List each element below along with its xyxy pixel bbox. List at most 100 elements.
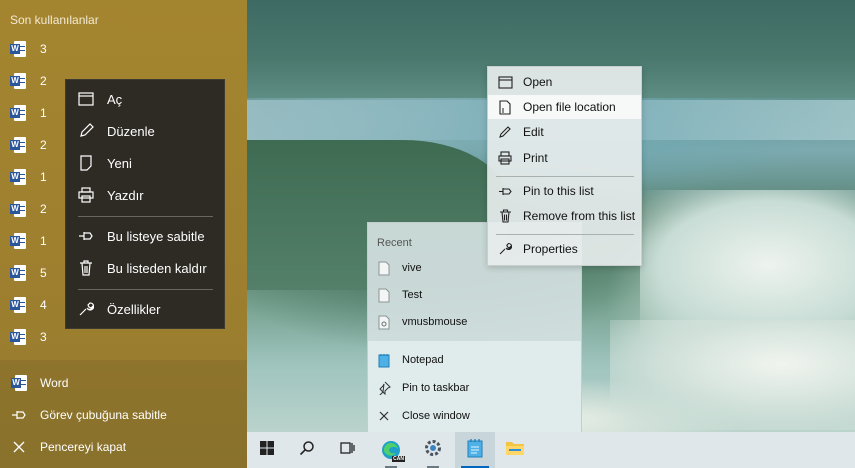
file-explorer-button[interactable] bbox=[495, 432, 535, 468]
menu-separator bbox=[496, 234, 634, 235]
recent-file-label: Test bbox=[402, 289, 423, 301]
menu-item-label: Properties bbox=[523, 242, 578, 256]
text-file-icon bbox=[377, 287, 391, 303]
search-button[interactable] bbox=[287, 432, 327, 468]
menu-separator bbox=[78, 216, 213, 217]
task-view-button[interactable] bbox=[327, 432, 367, 468]
word-icon: W bbox=[10, 169, 26, 185]
menu-item-remove-from-list[interactable]: Remove from this list bbox=[488, 204, 641, 228]
menu-item-label: Yeni bbox=[107, 155, 132, 171]
pencil-icon bbox=[78, 123, 94, 139]
word-icon: W bbox=[10, 73, 26, 89]
trash-icon bbox=[78, 260, 94, 276]
start-button[interactable] bbox=[247, 432, 287, 468]
recent-document[interactable]: W 2 bbox=[10, 199, 47, 219]
recent-document[interactable]: W 5 bbox=[10, 263, 47, 283]
menu-item-label: Bu listeye sabitle bbox=[107, 228, 205, 244]
recent-document[interactable]: W 1 bbox=[10, 103, 47, 123]
close-icon bbox=[10, 441, 28, 453]
start-icon bbox=[259, 440, 275, 461]
recent-document[interactable]: W 2 bbox=[10, 135, 47, 155]
open-notepad-task[interactable]: Notepad bbox=[377, 350, 444, 370]
edge-canary-button[interactable]: CAN bbox=[371, 432, 411, 468]
wrench-icon bbox=[78, 301, 94, 317]
recent-document-label: 1 bbox=[40, 170, 47, 184]
recent-header: Recent bbox=[377, 237, 412, 249]
recent-file[interactable]: vmusbmouse bbox=[377, 312, 467, 332]
recent-document-label: 2 bbox=[40, 202, 47, 216]
task-label: Pin to taskbar bbox=[402, 382, 470, 394]
close-icon bbox=[377, 408, 391, 424]
menu-item-label: Bu listeden kaldır bbox=[107, 260, 207, 276]
task-label: Close window bbox=[402, 410, 470, 422]
recent-file-label: vmusbmouse bbox=[402, 316, 468, 328]
menu-item-print[interactable]: Yazdır bbox=[66, 181, 226, 209]
menu-item-properties[interactable]: Özellikler bbox=[66, 295, 226, 323]
word-icon: W bbox=[10, 265, 26, 281]
edge-icon: CAN bbox=[380, 439, 405, 462]
pin-icon bbox=[78, 228, 94, 244]
recent-file[interactable]: vive bbox=[377, 258, 422, 278]
menu-item-label: Düzenle bbox=[107, 123, 155, 139]
recent-document[interactable]: W 1 bbox=[10, 231, 47, 251]
task-view-icon bbox=[339, 440, 355, 461]
menu-item-edit[interactable]: Düzenle bbox=[66, 117, 226, 145]
notepad-icon bbox=[467, 438, 483, 463]
notepad-button[interactable] bbox=[455, 432, 495, 468]
recent-file[interactable]: Test bbox=[377, 285, 422, 305]
menu-item-open[interactable]: Open bbox=[488, 70, 641, 94]
close-window-task[interactable]: Pencereyi kapat bbox=[10, 436, 126, 458]
open-word-task[interactable]: W Word bbox=[10, 372, 68, 394]
settings-button[interactable] bbox=[413, 432, 453, 468]
recent-document-label: 5 bbox=[40, 266, 47, 280]
word-icon: W bbox=[10, 201, 26, 217]
window-icon bbox=[78, 91, 94, 107]
pencil-icon bbox=[497, 124, 513, 140]
settings-icon bbox=[423, 438, 443, 463]
menu-item-properties[interactable]: Properties bbox=[488, 237, 641, 261]
menu-item-pin-to-list[interactable]: Pin to this list bbox=[488, 179, 641, 203]
recent-document-label: 2 bbox=[40, 138, 47, 152]
pin-to-taskbar-task[interactable]: Pin to taskbar bbox=[377, 378, 469, 398]
wrench-icon bbox=[497, 241, 513, 257]
recent-document[interactable]: W 4 bbox=[10, 295, 47, 315]
recent-document[interactable]: W 2 bbox=[10, 71, 47, 91]
task-label: Görev çubuğuna sabitle bbox=[40, 408, 167, 422]
menu-item-label: Yazdır bbox=[107, 187, 144, 203]
menu-item-label: Pin to this list bbox=[523, 184, 594, 198]
word-icon: W bbox=[10, 233, 26, 249]
printer-icon bbox=[78, 187, 94, 203]
task-label: Notepad bbox=[402, 354, 444, 366]
notepad-icon bbox=[377, 352, 391, 368]
recent-document-label: 1 bbox=[40, 106, 47, 120]
word-icon: W bbox=[10, 329, 26, 345]
recent-document[interactable]: W 3 bbox=[10, 39, 47, 59]
word-icon: W bbox=[10, 297, 26, 313]
menu-item-edit[interactable]: Edit bbox=[488, 120, 641, 144]
close-window-task[interactable]: Close window bbox=[377, 406, 470, 426]
menu-item-label: Özellikler bbox=[107, 301, 161, 317]
recent-file-label: vive bbox=[402, 262, 422, 274]
recent-document-label: 3 bbox=[40, 330, 47, 344]
trash-icon bbox=[497, 208, 513, 224]
dark-context-menu: Aç Düzenle Yeni Yazdır Bu listeye sabitl… bbox=[65, 79, 225, 329]
menu-item-remove-from-list[interactable]: Bu listeden kaldır bbox=[66, 254, 226, 282]
menu-item-print[interactable]: Print bbox=[488, 146, 641, 170]
menu-item-open[interactable]: Aç bbox=[66, 85, 226, 113]
menu-item-new[interactable]: Yeni bbox=[66, 149, 226, 177]
settings-file-icon bbox=[377, 314, 391, 330]
menu-item-label: Edit bbox=[523, 125, 544, 139]
jump-list-header: Son kullanılanlar bbox=[10, 13, 99, 27]
pin-to-taskbar-task[interactable]: Görev çubuğuna sabitle bbox=[10, 404, 167, 426]
menu-separator bbox=[78, 289, 213, 290]
taskbar: CAN bbox=[247, 432, 855, 468]
recent-document-label: 1 bbox=[40, 234, 47, 248]
pin-icon bbox=[377, 380, 391, 396]
recent-document-label: 3 bbox=[40, 42, 47, 56]
word-icon: W bbox=[11, 375, 27, 391]
recent-document[interactable]: W 3 bbox=[10, 327, 47, 347]
recent-document[interactable]: W 1 bbox=[10, 167, 47, 187]
menu-item-open-file-location[interactable]: Open file location bbox=[488, 95, 641, 119]
menu-item-label: Remove from this list bbox=[523, 209, 636, 223]
menu-item-pin-to-list[interactable]: Bu listeye sabitle bbox=[66, 222, 226, 250]
